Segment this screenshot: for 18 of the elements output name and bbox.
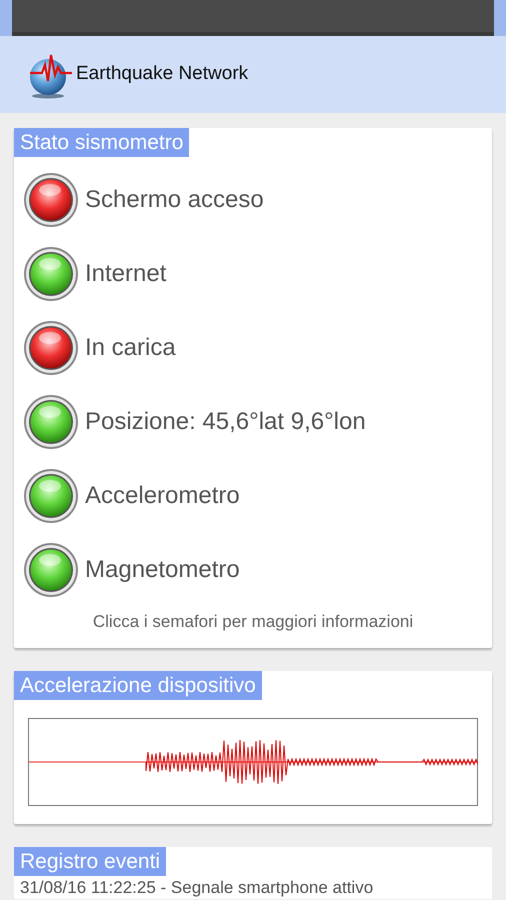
- status-light-icon[interactable]: [23, 246, 79, 302]
- status-light-icon[interactable]: [23, 468, 79, 524]
- hint-text: Clicca i semafori per maggiori informazioni: [92, 611, 414, 633]
- status-label: In carica: [85, 333, 176, 363]
- card-title: Registro eventi: [14, 847, 166, 876]
- card-title: Stato sismometro: [14, 128, 190, 157]
- status-label: Schermo acceso: [85, 185, 264, 215]
- status-label: Posizione: 45,6°lat 9,6°lon: [85, 407, 366, 437]
- status-light-icon[interactable]: [23, 172, 79, 228]
- status-label: Magnetometro: [85, 555, 240, 585]
- status-light-icon[interactable]: [23, 320, 79, 376]
- card-title: Accelerazione dispositivo: [14, 671, 262, 700]
- log-entry: 31/08/16 11:22:25 - Segnale smartphone attivo: [20, 878, 374, 898]
- status-light-icon[interactable]: [23, 542, 79, 598]
- status-label: Internet: [85, 259, 166, 289]
- app-title: Earthquake Network: [76, 62, 248, 86]
- status-label: Accelerometro: [85, 481, 240, 511]
- status-light-icon[interactable]: [23, 394, 79, 450]
